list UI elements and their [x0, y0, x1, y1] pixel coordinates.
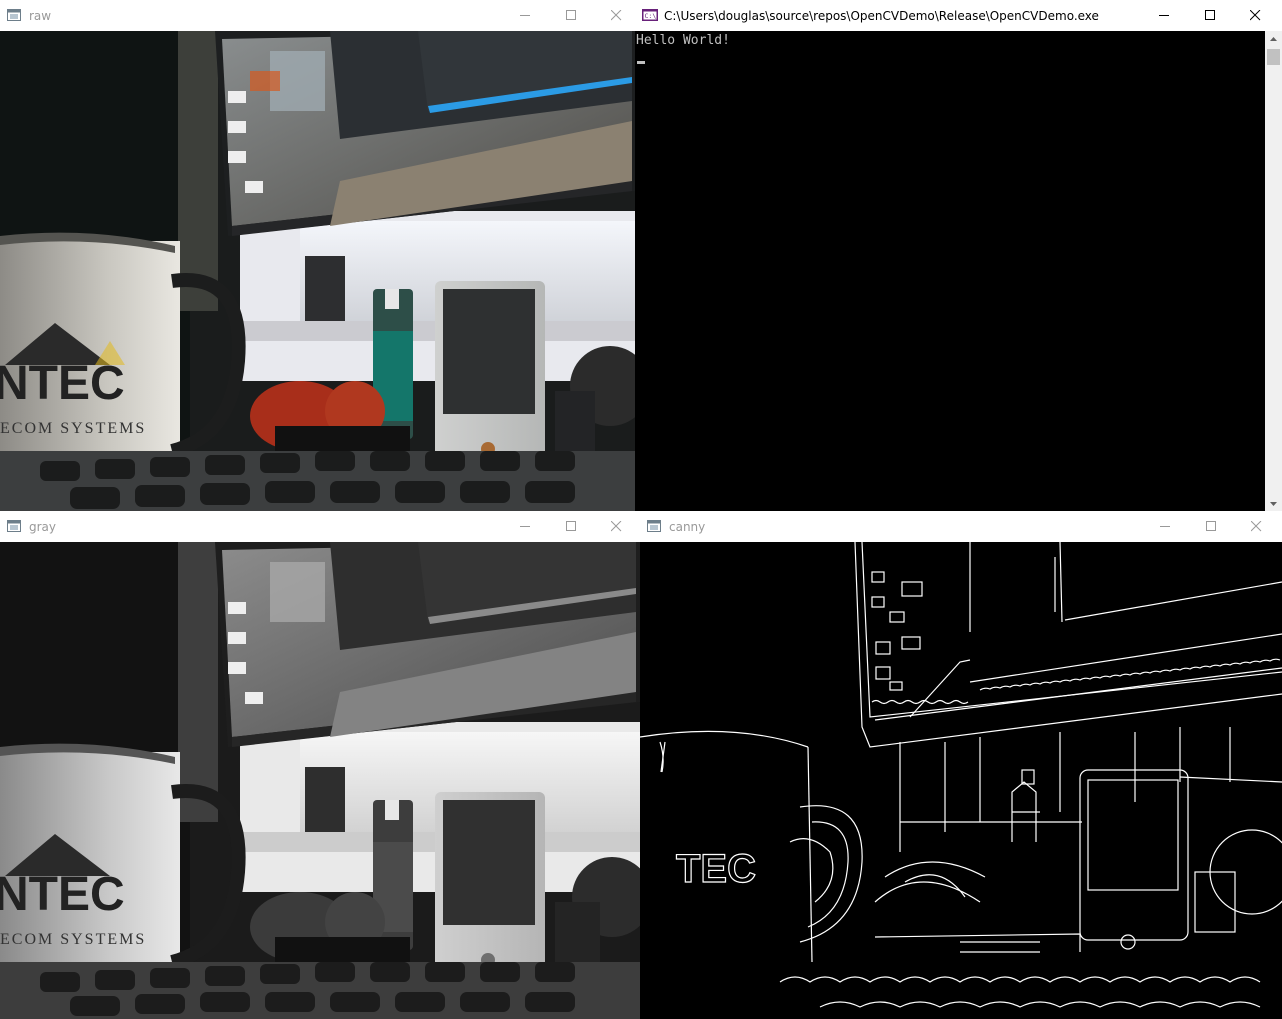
raw-window[interactable]: raw NTEC ECOM SYSTEMS	[0, 0, 635, 512]
console-window-title: C:\Users\douglas\source\repos\OpenCVDemo…	[664, 9, 1099, 23]
chevron-up-icon	[1270, 37, 1277, 41]
maximize-icon	[566, 10, 576, 20]
gray-minimize-button[interactable]	[503, 511, 549, 542]
canny-image: TEC	[640, 542, 1282, 1019]
raw-maximize-button[interactable]	[549, 0, 595, 31]
gray-window-title: gray	[29, 520, 57, 534]
gray-window[interactable]: gray NTEC ECOM SYSTEMS	[0, 511, 640, 1019]
gray-titlebar[interactable]: gray	[0, 511, 640, 542]
canny-titlebar[interactable]: canny	[640, 511, 1282, 542]
console-maximize-button[interactable]	[1188, 0, 1234, 31]
close-icon	[1250, 10, 1261, 21]
chevron-down-icon	[1270, 502, 1277, 506]
canny-maximize-button[interactable]	[1189, 511, 1235, 542]
close-icon	[611, 521, 622, 532]
raw-titlebar[interactable]: raw	[0, 0, 635, 31]
console-window[interactable]: C:\ C:\Users\douglas\source\repos\OpenCV…	[635, 0, 1282, 512]
scroll-thumb[interactable]	[1267, 49, 1280, 65]
mug-subtitle-text: ECOM SYSTEMS	[0, 420, 146, 437]
canny-window-title: canny	[669, 520, 706, 534]
canny-window[interactable]: canny TEC	[640, 511, 1282, 1019]
console-scrollbar[interactable]	[1265, 31, 1282, 512]
minimize-icon	[520, 15, 530, 16]
console-output-area[interactable]: Hello World!	[635, 31, 1265, 512]
console-titlebar[interactable]: C:\ C:\Users\douglas\source\repos\OpenCV…	[635, 0, 1282, 31]
maximize-icon	[566, 521, 576, 531]
maximize-icon	[1205, 10, 1215, 20]
window-icon	[647, 520, 661, 532]
canny-close-button[interactable]	[1234, 511, 1280, 542]
scroll-down-button[interactable]	[1265, 495, 1282, 512]
raw-close-button[interactable]	[594, 0, 635, 31]
minimize-icon	[520, 526, 530, 527]
close-icon	[611, 10, 622, 21]
canny-text-edges: TEC	[676, 847, 756, 891]
close-icon	[1251, 521, 1262, 532]
console-close-button[interactable]	[1233, 0, 1279, 31]
maximize-icon	[1206, 521, 1216, 531]
console-icon: C:\	[642, 9, 658, 21]
minimize-icon	[1160, 526, 1170, 527]
minimize-icon	[1159, 15, 1169, 16]
raw-minimize-button[interactable]	[503, 0, 549, 31]
scroll-up-button[interactable]	[1265, 31, 1282, 48]
raw-window-title: raw	[29, 9, 52, 23]
canny-minimize-button[interactable]	[1143, 511, 1189, 542]
gray-image: NTEC ECOM SYSTEMS	[0, 542, 640, 1019]
raw-image: NTEC ECOM SYSTEMS	[0, 31, 635, 512]
console-cursor	[637, 61, 645, 64]
window-icon	[7, 9, 21, 21]
gray-close-button[interactable]	[594, 511, 640, 542]
console-minimize-button[interactable]	[1142, 0, 1188, 31]
svg-text:C:\: C:\	[645, 12, 657, 20]
console-output-line: Hello World!	[636, 33, 730, 48]
gray-maximize-button[interactable]	[549, 511, 595, 542]
mug-subtitle-text: ECOM SYSTEMS	[0, 931, 146, 948]
window-icon	[7, 520, 21, 532]
